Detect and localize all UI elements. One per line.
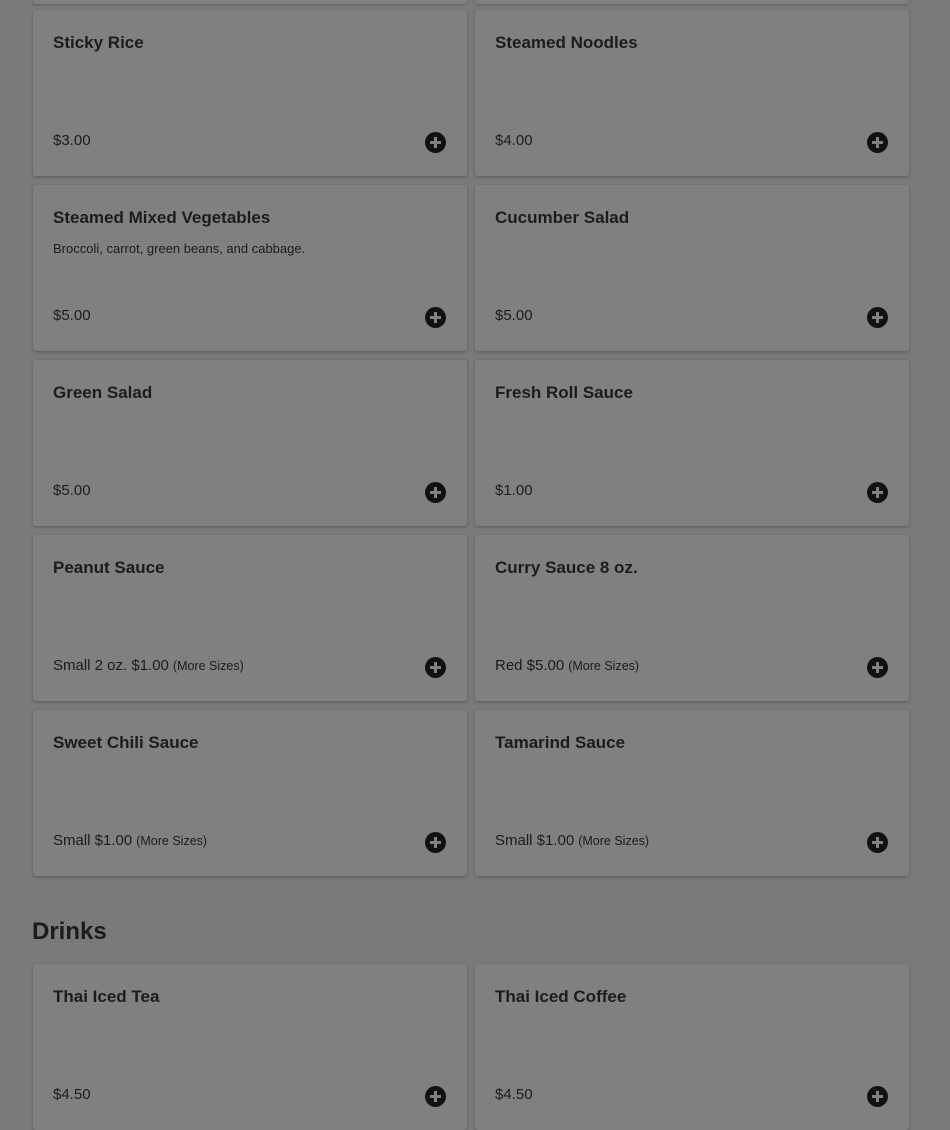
add-item-button[interactable] xyxy=(425,1086,446,1107)
add-item-button[interactable] xyxy=(867,482,888,503)
menu-item-price-row: $1.00 xyxy=(495,482,533,499)
more-sizes-label: (More Sizes) xyxy=(568,659,640,673)
add-item-button[interactable] xyxy=(425,132,446,153)
menu-item-card[interactable]: Fresh Roll Sauce $1.00 xyxy=(475,360,909,526)
menu-item-card[interactable]: Steamed Mixed Vegetables Broccoli, carrot… xyxy=(33,185,467,351)
menu-item-price-row: $3.00 xyxy=(53,132,91,149)
add-item-button[interactable] xyxy=(867,657,888,678)
plus-circle-icon xyxy=(430,312,441,323)
add-item-button[interactable] xyxy=(867,832,888,853)
menu-item-price: $3.00 xyxy=(53,132,91,149)
menu-item-name: Steamed Noodles xyxy=(495,33,638,52)
menu-item-name: Tamarind Sauce xyxy=(495,733,626,752)
add-item-button[interactable] xyxy=(425,832,446,853)
menu-item-name: Fresh Roll Sauce xyxy=(495,383,633,402)
menu-item-price: $4.00 xyxy=(495,132,533,149)
menu-item-card-fragment xyxy=(33,0,467,4)
menu-item-price-row: $5.00 xyxy=(53,482,91,499)
menu-item-price-row: $5.00 xyxy=(495,307,533,324)
menu-item-card[interactable]: Sticky Rice $3.00 xyxy=(33,10,467,176)
menu-item-price-row: Small $1.00 (More Sizes) xyxy=(53,832,207,849)
menu-item-card[interactable]: Peanut Sauce Small 2 oz. $1.00 (More Sizes… xyxy=(33,535,467,701)
plus-circle-icon xyxy=(430,662,441,673)
menu-item-price: Small $1.00 xyxy=(495,832,575,849)
menu-item-price: $1.00 xyxy=(495,482,533,499)
menu-item-description: Broccoli, carrot, green beans, and cabba… xyxy=(53,241,306,256)
menu-item-name: Thai Iced Coffee xyxy=(495,987,627,1006)
plus-circle-icon xyxy=(872,1091,883,1102)
more-sizes-label: (More Sizes) xyxy=(136,834,208,848)
menu-item-card[interactable]: Tamarind Sauce Small $1.00 (More Sizes) xyxy=(475,710,909,876)
plus-circle-icon xyxy=(430,837,441,848)
menu-item-price: $4.50 xyxy=(53,1086,91,1103)
menu-item-price: $5.00 xyxy=(495,307,533,324)
menu-item-price: Red $5.00 xyxy=(495,657,565,674)
plus-circle-icon xyxy=(872,137,883,148)
menu-item-name: Green Salad xyxy=(53,383,153,402)
add-item-button[interactable] xyxy=(867,1086,888,1107)
plus-circle-icon xyxy=(872,662,883,673)
menu-item-name: Peanut Sauce xyxy=(53,558,165,577)
menu-item-price: $5.00 xyxy=(53,307,91,324)
plus-circle-icon xyxy=(430,137,441,148)
menu-items-grid: Sticky Rice $3.00 Steamed Noodles $4.00 Stea… xyxy=(33,10,909,876)
previous-row-fragment xyxy=(33,0,909,4)
menu-item-price: Small $1.00 xyxy=(53,832,133,849)
menu-item-price: $4.50 xyxy=(495,1086,533,1103)
add-item-button[interactable] xyxy=(867,307,888,328)
menu-item-name: Curry Sauce 8 oz. xyxy=(495,558,638,577)
menu-item-name: Thai Iced Tea xyxy=(53,987,160,1006)
menu-item-price-row: $4.00 xyxy=(495,132,533,149)
section-title-drinks: Drinks xyxy=(32,918,107,945)
more-sizes-label: (More Sizes) xyxy=(578,834,650,848)
menu-item-name: Sweet Chili Sauce xyxy=(53,733,199,752)
add-item-button[interactable] xyxy=(425,657,446,678)
menu-item-name: Cucumber Salad xyxy=(495,208,630,227)
menu-item-price-row: $4.50 xyxy=(495,1086,533,1103)
menu-item-name: Sticky Rice xyxy=(53,33,144,52)
menu-item-price-row: Red $5.00 (More Sizes) xyxy=(495,657,639,674)
menu-item-name: Steamed Mixed Vegetables xyxy=(53,208,271,227)
menu-item-price: $5.00 xyxy=(53,482,91,499)
menu-item-price: Small 2 oz. $1.00 xyxy=(53,657,169,674)
menu-item-card[interactable]: Curry Sauce 8 oz. Red $5.00 (More Sizes) xyxy=(475,535,909,701)
add-item-button[interactable] xyxy=(425,482,446,503)
menu-item-card[interactable]: Thai Iced Coffee $4.50 xyxy=(475,964,909,1130)
menu-item-price-row: $5.00 xyxy=(53,307,91,324)
menu-item-card[interactable]: Steamed Noodles $4.00 xyxy=(475,10,909,176)
plus-circle-icon xyxy=(872,487,883,498)
plus-circle-icon xyxy=(430,487,441,498)
plus-circle-icon xyxy=(430,1091,441,1102)
menu-item-price-row: $4.50 xyxy=(53,1086,91,1103)
plus-circle-icon xyxy=(872,837,883,848)
more-sizes-label: (More Sizes) xyxy=(172,659,244,673)
plus-circle-icon xyxy=(872,312,883,323)
add-item-button[interactable] xyxy=(425,307,446,328)
menu-item-card[interactable]: Green Salad $5.00 xyxy=(33,360,467,526)
menu-item-card[interactable]: Thai Iced Tea $4.50 xyxy=(33,964,467,1130)
menu-item-card[interactable]: Sweet Chili Sauce Small $1.00 (More Sizes) xyxy=(33,710,467,876)
drinks-items-grid: Thai Iced Tea $4.50 Thai Iced Coffee $4.50 xyxy=(33,964,909,1130)
menu-item-card[interactable]: Cucumber Salad $5.00 xyxy=(475,185,909,351)
menu-item-price-row: Small $1.00 (More Sizes) xyxy=(495,832,649,849)
menu-item-card-fragment xyxy=(475,0,909,4)
add-item-button[interactable] xyxy=(867,132,888,153)
menu-item-price-row: Small 2 oz. $1.00 (More Sizes) xyxy=(53,657,244,674)
